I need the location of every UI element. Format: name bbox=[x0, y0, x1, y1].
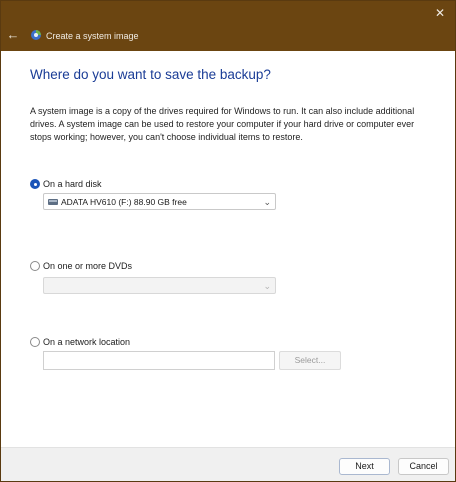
radio-label-network: On a network location bbox=[43, 337, 131, 347]
wizard-footer: Next Cancel bbox=[1, 447, 455, 481]
hard-drive-icon bbox=[48, 199, 58, 205]
close-icon[interactable]: ✕ bbox=[432, 5, 448, 21]
radio-label-hard-disk: On a hard disk bbox=[43, 179, 102, 189]
network-select-button[interactable]: Select... bbox=[279, 351, 341, 370]
window-title: Create a system image bbox=[46, 31, 139, 41]
next-button[interactable]: Next bbox=[339, 458, 390, 475]
chevron-down-icon: ⌄ bbox=[263, 281, 271, 291]
radio-button-network[interactable] bbox=[30, 337, 40, 347]
radio-button-hard-disk[interactable] bbox=[30, 179, 40, 189]
radio-label-dvds: On one or more DVDs bbox=[43, 261, 133, 271]
description-text: A system image is a copy of the drives r… bbox=[30, 106, 415, 142]
chevron-down-icon[interactable]: ⌄ bbox=[263, 195, 271, 209]
radio-network[interactable]: On a network location bbox=[30, 335, 130, 349]
cancel-button[interactable]: Cancel bbox=[398, 458, 449, 475]
radio-button-dvds[interactable] bbox=[30, 261, 40, 271]
dvd-dropdown: ⌄ bbox=[43, 277, 276, 294]
create-system-image-window: ← Create a system image ✕ Where do you w… bbox=[0, 0, 456, 482]
network-location-input[interactable] bbox=[43, 351, 275, 370]
hard-disk-dropdown[interactable]: ADATA HV610 (F:) 88.90 GB free ⌄ bbox=[43, 193, 276, 210]
hard-disk-selected-value: ADATA HV610 (F:) 88.90 GB free bbox=[61, 197, 187, 207]
system-backup-icon bbox=[31, 30, 41, 40]
page-heading: Where do you want to save the backup? bbox=[30, 67, 271, 82]
radio-hard-disk[interactable]: On a hard disk bbox=[30, 177, 102, 191]
title-bar: ← Create a system image ✕ bbox=[1, 1, 455, 51]
back-arrow-icon[interactable]: ← bbox=[6, 28, 20, 42]
radio-dvds[interactable]: On one or more DVDs bbox=[30, 259, 132, 273]
wizard-content: Where do you want to save the backup? A … bbox=[1, 51, 455, 447]
